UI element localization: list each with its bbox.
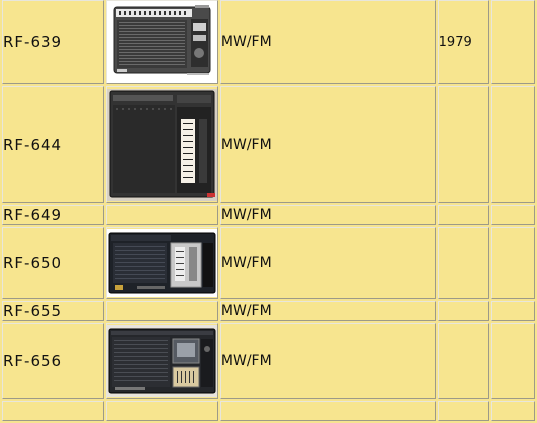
radio-photo-rf-650 [106,229,217,297]
extra-cell [491,227,535,299]
year-cell [437,301,490,321]
band-cell: MW/FM [219,227,436,299]
extra-cell [491,401,535,421]
extra-cell [491,205,535,225]
table-row: RF-639 MW/FM 1979 [2,0,535,84]
band-cell: MW/FM [219,323,436,399]
photo-cell [105,301,218,321]
table-row: RF-644 MW/FM [2,86,535,203]
radio-model-table: RF-639 MW/FM 1979 RF-644 MW/FM RF-649 MW… [0,0,537,423]
radio-photo-rf-644 [106,88,217,201]
year-cell: 1979 [437,0,490,84]
extra-cell [491,323,535,399]
table-row: RF-655 MW/FM [2,301,535,321]
band-cell: MW/FM [219,86,436,203]
model-cell: RF-639 [2,0,104,84]
table-row [2,401,535,421]
photo-cell [105,401,218,421]
extra-cell [491,86,535,203]
table-row: RF-656 MW/FM [2,323,535,399]
model-cell: RF-655 [2,301,104,321]
band-cell: MW/FM [219,0,436,84]
extra-cell [491,301,535,321]
year-cell [437,227,490,299]
model-cell: RF-644 [2,86,104,203]
year-cell [437,86,490,203]
radio-photo-rf-656 [106,325,217,397]
photo-cell [105,86,218,203]
band-cell: MW/FM [219,301,436,321]
table-row: RF-650 MW/FM [2,227,535,299]
photo-cell [105,0,218,84]
model-cell: RF-656 [2,323,104,399]
model-cell: RF-649 [2,205,104,225]
band-cell [219,401,436,421]
photo-cell [105,227,218,299]
year-cell [437,205,490,225]
year-cell [437,401,490,421]
model-cell [2,401,104,421]
radio-photo-rf-639 [106,1,217,83]
table-row: RF-649 MW/FM [2,205,535,225]
model-cell: RF-650 [2,227,104,299]
photo-cell [105,323,218,399]
year-cell [437,323,490,399]
extra-cell [491,0,535,84]
band-cell: MW/FM [219,205,436,225]
photo-cell [105,205,218,225]
